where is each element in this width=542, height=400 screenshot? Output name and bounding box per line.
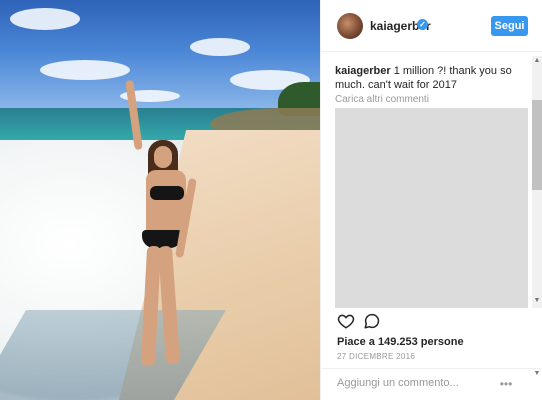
photo-cloud — [190, 38, 250, 56]
figure-head — [154, 146, 172, 168]
verified-badge-icon: ✓ — [417, 19, 428, 30]
post-photo[interactable] — [0, 0, 320, 400]
post-actions — [335, 312, 395, 332]
scroll-down-icon[interactable]: ▼ — [532, 370, 542, 380]
heart-icon[interactable] — [337, 312, 355, 330]
scroll-up-icon[interactable]: ▲ — [532, 56, 542, 66]
comments-scrollbar-thumb[interactable] — [532, 100, 542, 190]
post-caption: kaiagerber 1 million ?! thank you so muc… — [335, 64, 531, 92]
likes-count[interactable]: Piace a 149.253 persone — [337, 336, 464, 348]
follow-button[interactable]: Segui — [491, 16, 528, 36]
figure-top — [150, 186, 184, 200]
post-date[interactable]: 27 DICEMBRE 2016 — [337, 352, 415, 361]
comments-list — [335, 108, 528, 308]
avatar[interactable] — [337, 13, 363, 39]
photo-cloud — [40, 60, 130, 80]
photo-cloud — [10, 8, 80, 30]
comment-bubble-icon[interactable] — [363, 312, 381, 330]
post-side-panel: kaiagerber ✓ Segui kaiagerber 1 million … — [320, 0, 542, 400]
comment-input[interactable] — [337, 377, 487, 389]
post-header: kaiagerber ✓ Segui — [321, 0, 542, 52]
scroll-down-icon[interactable]: ▼ — [532, 296, 542, 306]
caption-username[interactable]: kaiagerber — [335, 65, 391, 77]
add-comment-bar: ••• — [321, 368, 542, 400]
load-more-comments-link[interactable]: Carica altri commenti — [335, 94, 429, 105]
ellipsis-icon[interactable]: ••• — [499, 377, 513, 391]
